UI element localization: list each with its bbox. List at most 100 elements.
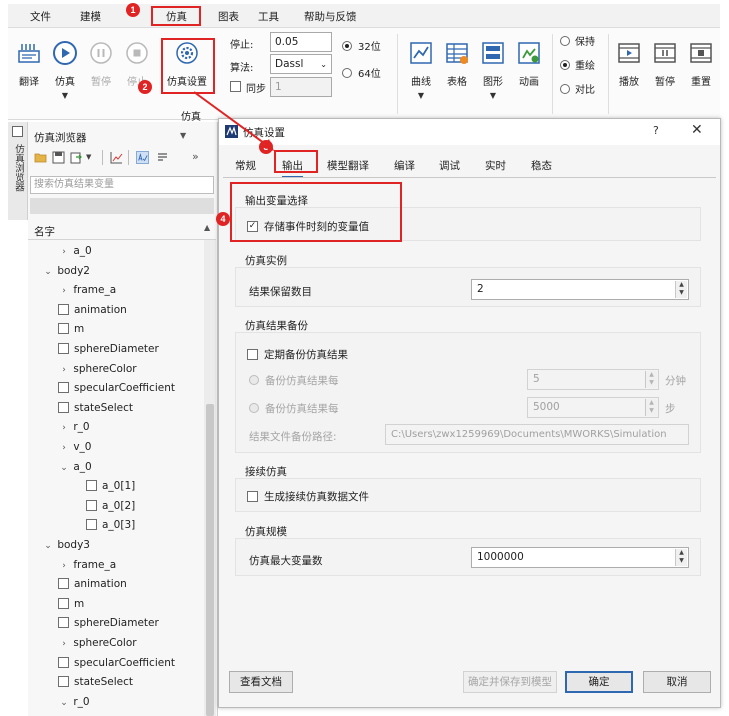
save-icon[interactable] xyxy=(52,151,65,164)
tree-item-checkbox[interactable] xyxy=(86,499,97,511)
tree-item-checkbox[interactable] xyxy=(58,656,69,668)
tree-item-checkbox[interactable] xyxy=(58,401,69,413)
animation-button[interactable]: 动画 xyxy=(510,36,548,112)
backup-minutes-spinbox[interactable]: 5 ▲ ▼ xyxy=(527,369,659,390)
table-button[interactable]: 表格 xyxy=(438,36,476,112)
collapse-all-icon[interactable] xyxy=(156,151,169,164)
tab-steady-state[interactable]: 稳态 xyxy=(531,158,552,173)
tree-item[interactable]: › frame_a xyxy=(58,281,116,299)
periodic-backup-checkbox[interactable] xyxy=(247,349,258,360)
tree-scrollbar-thumb[interactable] xyxy=(206,404,214,716)
tree-item[interactable]: stateSelect xyxy=(58,399,133,417)
spin-arrows-icon[interactable]: ▲ ▼ xyxy=(675,549,687,566)
menu-help-feedback[interactable]: 帮助与反馈 xyxy=(304,9,357,24)
keep-count-spinbox[interactable]: 2 ▲ ▼ xyxy=(471,279,689,300)
expand-chevron-icon[interactable]: › xyxy=(58,635,70,653)
tree-item[interactable]: stateSelect xyxy=(58,673,133,691)
simulate-button[interactable]: 仿真 ▼ xyxy=(46,36,84,112)
folder-open-icon[interactable] xyxy=(34,151,47,164)
expand-chevron-icon[interactable]: › xyxy=(58,361,70,379)
max-vars-spinbox[interactable]: 1000000 ▲ ▼ xyxy=(471,547,689,568)
tree-item[interactable]: animation xyxy=(58,575,127,593)
tree-item[interactable]: › v_0 xyxy=(58,438,91,457)
tree-item[interactable]: a_0[3] xyxy=(86,516,135,534)
tree-item[interactable]: specularCoefficient xyxy=(58,379,175,397)
collapse-chevron-icon[interactable]: ⌄ xyxy=(42,537,54,555)
tab-realtime[interactable]: 实时 xyxy=(485,158,506,173)
tree-item-checkbox[interactable] xyxy=(58,343,69,354)
tree-item-checkbox[interactable] xyxy=(86,480,97,492)
play-button[interactable]: 播放 xyxy=(610,36,648,112)
collapse-chevron-icon[interactable]: ⌄ xyxy=(58,694,70,712)
translate-button[interactable]: 翻译 xyxy=(10,36,48,112)
chevron-down-icon[interactable]: ▼ xyxy=(86,153,91,161)
algorithm-select[interactable]: Dassl ⌄ xyxy=(270,54,332,74)
replay-button[interactable]: 重置 xyxy=(682,36,720,112)
expand-chevron-icon[interactable]: › xyxy=(58,439,70,457)
tree-item[interactable]: animation xyxy=(58,301,127,319)
tree-item-checkbox[interactable] xyxy=(58,676,69,688)
tab-compile[interactable]: 编译 xyxy=(394,158,415,173)
backup-path-input[interactable]: C:\Users\zwx1259969\Documents\MWORKS\Sim… xyxy=(385,424,689,445)
backup-steps-spinbox[interactable]: 5000 ▲ ▼ xyxy=(527,397,659,418)
ok-button[interactable]: 确定 xyxy=(565,671,633,693)
tree-item[interactable]: sphereDiameter xyxy=(58,614,159,632)
tree-item[interactable]: a_0[2] xyxy=(86,497,135,515)
tree-item-checkbox[interactable] xyxy=(58,323,69,335)
plot-icon[interactable] xyxy=(110,151,123,164)
tree-item[interactable]: specularCoefficient xyxy=(58,654,175,672)
cancel-button[interactable]: 取消 xyxy=(643,671,711,693)
chevron-down-icon[interactable]: ▼ xyxy=(474,92,512,100)
chevron-down-icon[interactable]: ▼ xyxy=(46,92,84,100)
tree-item-checkbox[interactable] xyxy=(58,578,69,590)
backup-by-minutes-radio[interactable] xyxy=(249,375,259,385)
side-tab-sim-browser[interactable]: 仿真浏览器 xyxy=(8,122,28,220)
tree-item[interactable]: › frame_a xyxy=(58,556,116,574)
anim-pause-button[interactable]: 暂停 xyxy=(646,36,684,112)
tree-item[interactable]: m xyxy=(58,595,84,613)
tree-item[interactable]: › sphereColor xyxy=(58,360,136,379)
collapse-chevron-icon[interactable]: ⌄ xyxy=(42,263,54,281)
tree-item-checkbox[interactable] xyxy=(58,617,69,629)
tree-item[interactable]: a_0[1] xyxy=(86,477,135,495)
stop-button[interactable]: 停止 xyxy=(118,36,156,112)
tree-item[interactable]: › r_0 xyxy=(58,418,89,437)
tree-item[interactable]: m xyxy=(58,320,84,338)
bit64-radio[interactable] xyxy=(342,68,352,78)
variable-search-input[interactable]: 搜索仿真结果变量 xyxy=(30,176,214,194)
spin-arrows-icon[interactable]: ▲ ▼ xyxy=(645,399,657,416)
name-column-header[interactable]: 名字 ▲ xyxy=(28,220,216,240)
tab-general[interactable]: 常规 xyxy=(235,158,256,173)
expand-chevron-icon[interactable]: › xyxy=(58,243,70,261)
tree-item[interactable]: ⌄ a_0 xyxy=(58,458,92,476)
collapse-chevron-icon[interactable]: ⌄ xyxy=(58,459,70,477)
tree-item[interactable]: ⌄ r_0 xyxy=(58,693,89,712)
expand-chevron-icon[interactable]: › xyxy=(58,419,70,437)
gen-continue-file-checkbox[interactable] xyxy=(247,491,258,502)
filter-variables-icon[interactable] xyxy=(136,151,149,164)
tree-item-checkbox[interactable] xyxy=(86,519,97,531)
help-icon[interactable]: ? xyxy=(653,124,659,137)
chevron-down-icon[interactable]: ▼ xyxy=(402,92,440,100)
export-icon[interactable] xyxy=(70,151,83,164)
curve-button[interactable]: 曲线 ▼ xyxy=(402,36,440,112)
tree-item[interactable]: › sphereColor xyxy=(58,634,136,653)
spin-arrows-icon[interactable]: ▲ ▼ xyxy=(645,371,657,388)
menu-tools[interactable]: 工具 xyxy=(258,9,279,24)
menu-file[interactable]: 文件 xyxy=(30,9,51,24)
ok-and-save-button[interactable]: 确定并保存到模型 xyxy=(463,671,557,693)
menu-charts[interactable]: 图表 xyxy=(218,9,239,24)
pause-button[interactable]: 暂停 xyxy=(82,36,120,112)
tree-item-checkbox[interactable] xyxy=(58,303,69,315)
mode-keep-radio[interactable] xyxy=(560,36,570,46)
spin-arrows-icon[interactable]: ▲ ▼ xyxy=(675,281,687,298)
panel-menu-icon[interactable]: ▼ xyxy=(180,131,186,140)
expand-chevron-icon[interactable]: › xyxy=(58,557,70,575)
tree-item-checkbox[interactable] xyxy=(58,597,69,609)
bit32-radio[interactable] xyxy=(342,41,352,51)
tree-item-checkbox[interactable] xyxy=(58,382,69,394)
tree-item[interactable]: ⌄ body2 xyxy=(42,262,90,280)
backup-by-steps-radio[interactable] xyxy=(249,403,259,413)
mode-overlay-radio[interactable] xyxy=(560,60,570,70)
tab-model-translation[interactable]: 模型翻译 xyxy=(327,158,369,173)
